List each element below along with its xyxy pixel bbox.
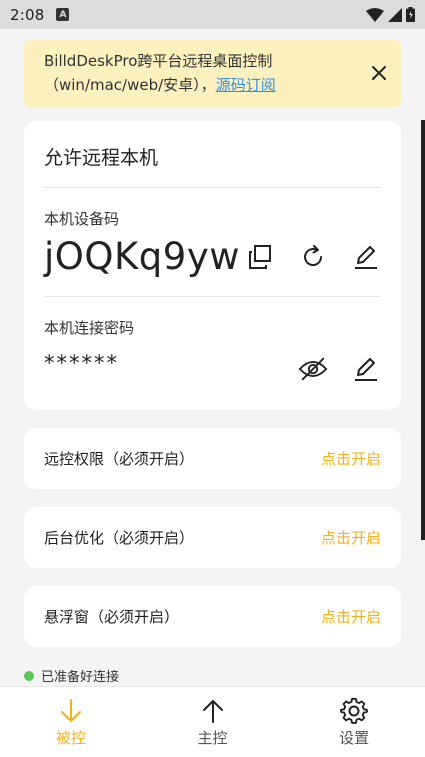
status-time: 2:08	[10, 5, 45, 24]
password-value: ******	[44, 351, 119, 375]
edit-icon	[355, 358, 377, 381]
permission-row-floating-window: 悬浮窗（必须开启） 点击开启	[24, 586, 401, 647]
nav-item-controller[interactable]: 主控	[142, 687, 284, 757]
device-code-section: 本机设备码 jOQKq9yw	[44, 188, 381, 279]
permission-label: 远控权限（必须开启）	[44, 450, 195, 468]
copy-icon	[249, 245, 271, 269]
nav-item-settings[interactable]: 设置	[283, 687, 425, 757]
permission-label: 悬浮窗（必须开启）	[44, 608, 180, 626]
nav-item-controlled[interactable]: 被控	[0, 687, 142, 757]
bottom-nav: 被控 主控 设置	[0, 686, 425, 757]
enable-remote-control-button[interactable]: 点击开启	[321, 448, 381, 469]
gear-icon	[340, 697, 369, 724]
refresh-icon	[304, 245, 322, 266]
connection-status-text: 已准备好连接	[41, 670, 120, 685]
permission-row-remote-control: 远控权限（必须开启） 点击开启	[24, 428, 401, 489]
nav-label: 被控	[55, 729, 86, 747]
notification-icon: A	[56, 8, 70, 21]
eye-off-icon	[298, 357, 328, 381]
announcement-banner: BilldDeskPro跨平台远程桌面控制（win/mac/web/安卓），源码…	[24, 40, 401, 107]
toggle-password-visibility-button[interactable]	[298, 354, 328, 384]
permission-row-background-optimization: 后台优化（必须开启） 点击开启	[24, 507, 401, 568]
device-code-value: jOQKq9yw	[44, 235, 240, 278]
arrow-down-icon	[60, 699, 81, 722]
card-title: 允许远程本机	[44, 147, 159, 169]
nav-label: 主控	[197, 729, 228, 747]
connection-status: 已准备好连接	[24, 666, 119, 685]
arrow-up-icon	[202, 700, 223, 723]
refresh-button[interactable]	[298, 242, 328, 272]
allow-remote-card: 允许远程本机 本机设备码 jOQKq9yw 本机连接密码 ******	[24, 121, 401, 410]
source-subscribe-link[interactable]: 源码订阅	[216, 76, 276, 94]
battery-icon	[406, 7, 415, 22]
copy-button[interactable]	[245, 242, 275, 272]
enable-floating-window-button[interactable]: 点击开启	[321, 606, 381, 627]
scrollbar[interactable]	[421, 120, 425, 540]
signal-icon	[388, 7, 402, 22]
status-bar: 2:08 A	[0, 0, 425, 29]
password-section: 本机连接密码 ******	[44, 297, 381, 384]
edit-icon	[355, 246, 377, 269]
wifi-icon	[366, 7, 384, 22]
banner-close-button[interactable]	[369, 63, 389, 83]
status-dot	[24, 670, 34, 681]
edit-password-button[interactable]	[351, 354, 381, 384]
nav-label: 设置	[339, 729, 370, 747]
password-label: 本机连接密码	[44, 319, 135, 337]
permission-label: 后台优化（必须开启）	[44, 529, 195, 547]
device-code-label: 本机设备码	[44, 210, 120, 228]
enable-background-optimization-button[interactable]: 点击开启	[321, 527, 381, 548]
close-icon	[372, 66, 386, 80]
edit-device-code-button[interactable]	[351, 242, 381, 272]
